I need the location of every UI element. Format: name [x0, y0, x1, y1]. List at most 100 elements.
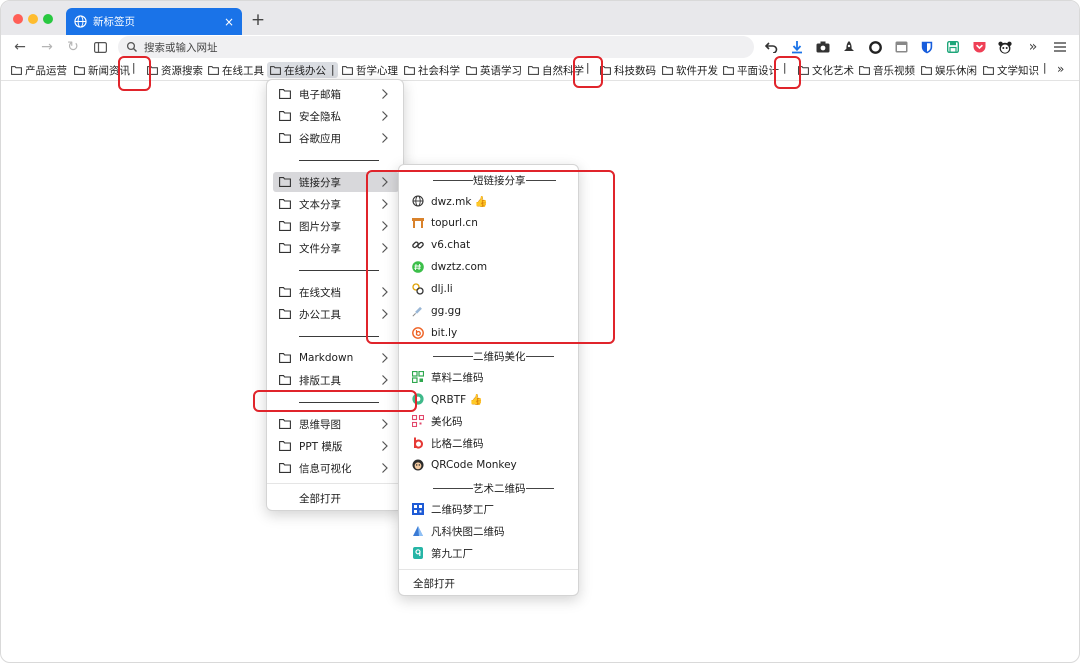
ninth-factory-icon: [411, 547, 424, 560]
menu-icon[interactable]: [1052, 39, 1068, 55]
menu-item-label: 文本分享: [299, 198, 341, 211]
folder-icon: [279, 441, 291, 451]
bookmark-folder[interactable]: 英语学习: [466, 62, 522, 78]
panda-icon[interactable]: [997, 39, 1013, 55]
tab-strip: 新标签页 × +: [1, 1, 1079, 35]
annotation-highlight-box: [366, 170, 615, 344]
bookmark-folder[interactable]: 文化艺术: [798, 62, 854, 78]
pocket-icon[interactable]: [971, 39, 987, 55]
menu-item-folder[interactable]: Markdown: [273, 348, 399, 368]
bookmark-folder[interactable]: 文学知识: [983, 62, 1039, 78]
bookmark-folder[interactable]: 音乐视频: [859, 62, 915, 78]
bookmark-label: 软件开发: [676, 64, 718, 77]
open-all-button[interactable]: 全部打开: [273, 488, 399, 508]
bookmark-folder[interactable]: 在线工具: [208, 62, 264, 78]
menu-item-folder[interactable]: 电子邮箱: [273, 84, 399, 104]
link-item[interactable]: 二维码梦工厂: [411, 499, 494, 519]
camera-icon[interactable]: [815, 39, 831, 55]
bookmark-folder[interactable]: 哲学心理: [342, 62, 398, 78]
bookmark-label: 科技数码: [614, 64, 656, 77]
link-label: 第九工厂: [431, 547, 473, 560]
bookmark-label: 在线办公: [284, 64, 326, 77]
section-header-label: 二维码美化: [473, 350, 526, 363]
folder-icon: [279, 199, 291, 209]
close-window-button[interactable]: [13, 14, 23, 24]
folder-icon: [279, 177, 291, 187]
address-bar[interactable]: 搜索或输入网址: [118, 36, 754, 58]
annotation-highlight-box: [774, 56, 801, 89]
bigger-qrcode-icon: [411, 437, 424, 450]
download-icon[interactable]: [789, 39, 805, 55]
menu-item-folder[interactable]: 安全隐私: [273, 106, 399, 126]
new-tab-button[interactable]: +: [249, 10, 267, 30]
menu-item-label: 谷歌应用: [299, 132, 341, 145]
folder-icon: [270, 65, 281, 75]
link-label: 二维码梦工厂: [431, 503, 494, 516]
bookmark-folder-active[interactable]: 在线办公 |: [267, 62, 338, 78]
undo-icon[interactable]: [763, 39, 779, 55]
folder-icon: [279, 133, 291, 143]
bookmarks-overflow-button[interactable]: »: [1057, 62, 1064, 76]
bookmark-label: 文化艺术: [812, 64, 854, 77]
qrcode-icon: [411, 371, 424, 384]
link-item[interactable]: 美化码: [411, 411, 463, 431]
folder-icon: [279, 309, 291, 319]
bookmark-folder[interactable]: 社会科学: [404, 62, 460, 78]
annotation-highlight-box: [573, 56, 603, 88]
rocket-icon[interactable]: [841, 39, 857, 55]
beautify-qrcode-icon: [411, 415, 424, 428]
folder-icon: [662, 65, 673, 75]
menu-item-folder[interactable]: 信息可视化: [273, 458, 399, 478]
open-all-button[interactable]: 全部打开: [413, 573, 455, 593]
bookmark-folder[interactable]: 娱乐休闲: [921, 62, 977, 78]
bookmark-folder[interactable]: 软件开发: [662, 62, 718, 78]
more-icon[interactable]: »: [1025, 39, 1041, 55]
tab-new-tab[interactable]: 新标签页 ×: [66, 8, 242, 35]
sidebar-toggle-button[interactable]: [91, 38, 109, 56]
link-item[interactable]: QRCode Monkey: [411, 455, 517, 475]
folder-icon: [404, 65, 415, 75]
search-icon: [126, 41, 137, 52]
globe-icon: [74, 15, 87, 28]
minimize-window-button[interactable]: [28, 14, 38, 24]
forward-button[interactable]: →: [38, 38, 56, 56]
bitwarden-icon[interactable]: [919, 39, 935, 55]
bookmark-label: 产品运营: [25, 64, 67, 77]
folder-icon: [921, 65, 932, 75]
dash-line: [433, 355, 473, 357]
menu-item-folder[interactable]: 谷歌应用: [273, 128, 399, 148]
bookmark-folder[interactable]: 产品运营: [11, 62, 67, 78]
link-item[interactable]: 草料二维码: [411, 367, 484, 387]
link-item[interactable]: 第九工厂: [411, 543, 473, 563]
dash-line: [525, 487, 554, 489]
folder-icon: [208, 65, 219, 75]
menu-item-folder[interactable]: PPT 模版: [273, 436, 399, 456]
link-item[interactable]: 凡科快图二维码: [411, 521, 505, 541]
menu-item-folder[interactable]: 思维导图: [273, 414, 399, 434]
folder-icon: [466, 65, 477, 75]
menu-item-label: 文件分享: [299, 242, 341, 255]
bookmark-folder[interactable]: 科技数码: [600, 62, 656, 78]
bookmark-folder[interactable]: 平面设计: [723, 62, 779, 78]
chevron-right-icon: [382, 111, 388, 121]
menu-item-label: 办公工具: [299, 308, 341, 321]
maximize-window-button[interactable]: [43, 14, 53, 24]
save-icon[interactable]: [945, 39, 961, 55]
circle-icon[interactable]: [867, 39, 883, 55]
open-all-label: 全部打开: [413, 577, 455, 590]
back-button[interactable]: ←: [11, 38, 29, 56]
reload-button[interactable]: ↻: [64, 38, 82, 56]
cast-icon[interactable]: [893, 39, 909, 55]
link-item[interactable]: QRBTF 👍: [411, 389, 483, 409]
menu-item-label: 思维导图: [299, 418, 341, 431]
tab-close-icon[interactable]: ×: [220, 15, 238, 29]
browser-window: 新标签页 × + ← → ↻ 搜索或输入网址 » 产品运营 新闻资讯 | 资源搜…: [0, 0, 1080, 663]
link-label: 凡科快图二维码: [431, 525, 505, 538]
menu-divider: [267, 483, 403, 484]
menu-item-label: 排版工具: [299, 374, 341, 387]
folder-icon: [279, 89, 291, 99]
folder-icon: [279, 243, 291, 253]
bookmark-folder[interactable]: 资源搜索: [147, 62, 203, 78]
menu-item-folder[interactable]: 排版工具: [273, 370, 399, 390]
link-item[interactable]: 比格二维码: [411, 433, 484, 453]
